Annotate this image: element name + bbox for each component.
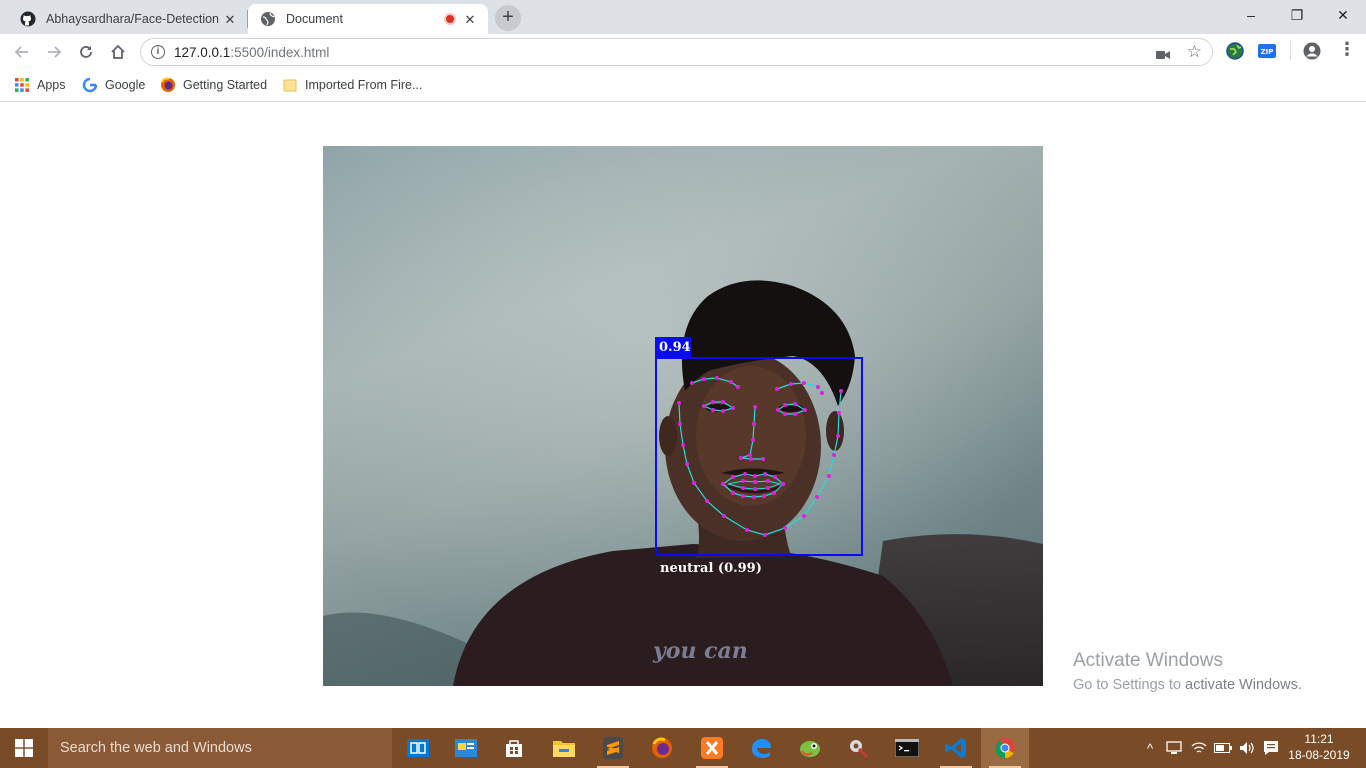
edge-icon[interactable] (737, 728, 785, 768)
close-window-button[interactable]: ✕ (1320, 0, 1366, 30)
tab-document[interactable]: Document ✕ (248, 4, 488, 34)
menu-kebab-icon[interactable]: ⋮ (1338, 39, 1356, 60)
bookmarks-bar: Apps Google Getting Started Imported Fro… (0, 70, 1366, 102)
minimize-icon: – (1247, 7, 1255, 23)
clock-time: 11:21 (1304, 732, 1334, 746)
firefox-icon[interactable] (638, 728, 686, 768)
google-icon (82, 77, 98, 93)
profile-icon[interactable] (1303, 42, 1321, 65)
close-tab-icon[interactable]: ✕ (222, 12, 238, 28)
reload-icon (80, 46, 92, 58)
battery-icon[interactable] (1212, 728, 1234, 768)
expression-label: neutral (0.99) (660, 561, 762, 576)
camera-in-use-icon[interactable] (1156, 47, 1170, 65)
github-icon (20, 11, 36, 27)
folder-icon (283, 79, 297, 92)
forward-arrow-icon (48, 46, 62, 58)
browser-toolbar: i 127.0.0.1:5500/index.html ☆ ZIP ⋮ (0, 34, 1366, 70)
volume-icon[interactable] (1236, 728, 1258, 768)
zip-extension-icon[interactable]: ZIP (1258, 44, 1276, 63)
vscode-icon[interactable] (932, 728, 980, 768)
bookmark-folder-imported[interactable]: Imported From Fire... (282, 77, 422, 93)
tab-strip: Abhaysardhara/Face-Detection ✕ Document … (0, 0, 1366, 34)
back-button[interactable] (10, 40, 34, 64)
watermark-title: Activate Windows (1073, 650, 1223, 671)
minimize-button[interactable]: – (1228, 0, 1274, 30)
close-tab-icon[interactable]: ✕ (462, 12, 478, 28)
detection-score-label: 0.94 (655, 337, 691, 358)
start-button[interactable] (0, 728, 48, 768)
bookmark-label: Apps (37, 78, 66, 92)
taskbar-clock[interactable]: 11:21 18-08-2019 (1284, 731, 1354, 763)
recording-indicator-icon (444, 13, 456, 25)
globe-extension-icon[interactable] (1226, 42, 1244, 65)
bookmark-getting-started[interactable]: Getting Started (160, 77, 267, 93)
bookmark-apps[interactable]: Apps (14, 77, 66, 93)
tab-title: Abhaysardhara/Face-Detection (46, 12, 220, 26)
windows-logo-icon (15, 739, 33, 757)
url-text[interactable]: 127.0.0.1:5500/index.html (174, 45, 329, 60)
toolbar-divider (1290, 40, 1291, 60)
firefox-icon (161, 77, 175, 92)
file-manager-icon[interactable] (442, 728, 490, 768)
file-explorer-icon[interactable] (540, 728, 588, 768)
network-device-icon[interactable] (1163, 728, 1185, 768)
new-tab-button[interactable]: + (495, 5, 521, 31)
tab-github[interactable]: Abhaysardhara/Face-Detection ✕ (8, 4, 248, 34)
globe-icon (260, 11, 276, 27)
close-icon: ✕ (1337, 6, 1349, 23)
chameleon-app-icon[interactable] (786, 728, 834, 768)
restore-icon: ❐ (1290, 6, 1304, 23)
chrome-icon[interactable] (981, 728, 1029, 768)
bookmark-label: Getting Started (183, 78, 268, 92)
show-hidden-icons-chevron-icon[interactable]: ^ (1140, 728, 1160, 768)
back-arrow-icon (14, 46, 28, 58)
watermark-subtitle: Go to Settings to activate Windows. (1073, 677, 1302, 693)
bookmark-label: Imported From Fire... (305, 78, 423, 92)
sublime-text-icon[interactable] (589, 728, 637, 768)
clock-date: 18-08-2019 (1288, 748, 1350, 762)
store-icon[interactable] (490, 728, 538, 768)
activate-windows-watermark: Activate Windows Go to Settings to activ… (1073, 650, 1302, 693)
tools-icon[interactable] (834, 728, 882, 768)
url-path: :5500/index.html (230, 45, 330, 60)
home-icon (111, 44, 125, 59)
taskbar-search-box[interactable]: Search the web and Windows (48, 728, 392, 768)
site-info-icon[interactable]: i (151, 45, 165, 59)
xampp-icon[interactable] (688, 728, 736, 768)
restore-button[interactable]: ❐ (1274, 0, 1320, 30)
reload-button[interactable] (74, 40, 98, 64)
bookmark-label: Google (105, 78, 146, 92)
tab-title: Document (286, 12, 343, 26)
task-view-icon[interactable] (394, 728, 442, 768)
apps-grid-icon (15, 78, 29, 92)
home-button[interactable] (106, 40, 130, 64)
svg-text:ZIP: ZIP (1261, 48, 1274, 56)
bookmark-star-icon[interactable]: ☆ (1187, 42, 1202, 62)
webcam-frame-image (323, 146, 1043, 686)
windows-taskbar: Search the web and Windows ^ 11:21 18-08… (0, 728, 1366, 768)
action-center-icon[interactable] (1260, 728, 1282, 768)
address-bar[interactable]: i 127.0.0.1:5500/index.html ☆ (140, 38, 1213, 66)
wifi-icon[interactable] (1188, 728, 1210, 768)
forward-button[interactable] (42, 40, 66, 64)
webcam-video: you can 0.94 neutral (0.99) (323, 146, 1043, 686)
url-host: 127.0.0.1 (174, 45, 231, 60)
bookmark-google[interactable]: Google (82, 77, 145, 93)
terminal-icon[interactable] (883, 728, 931, 768)
